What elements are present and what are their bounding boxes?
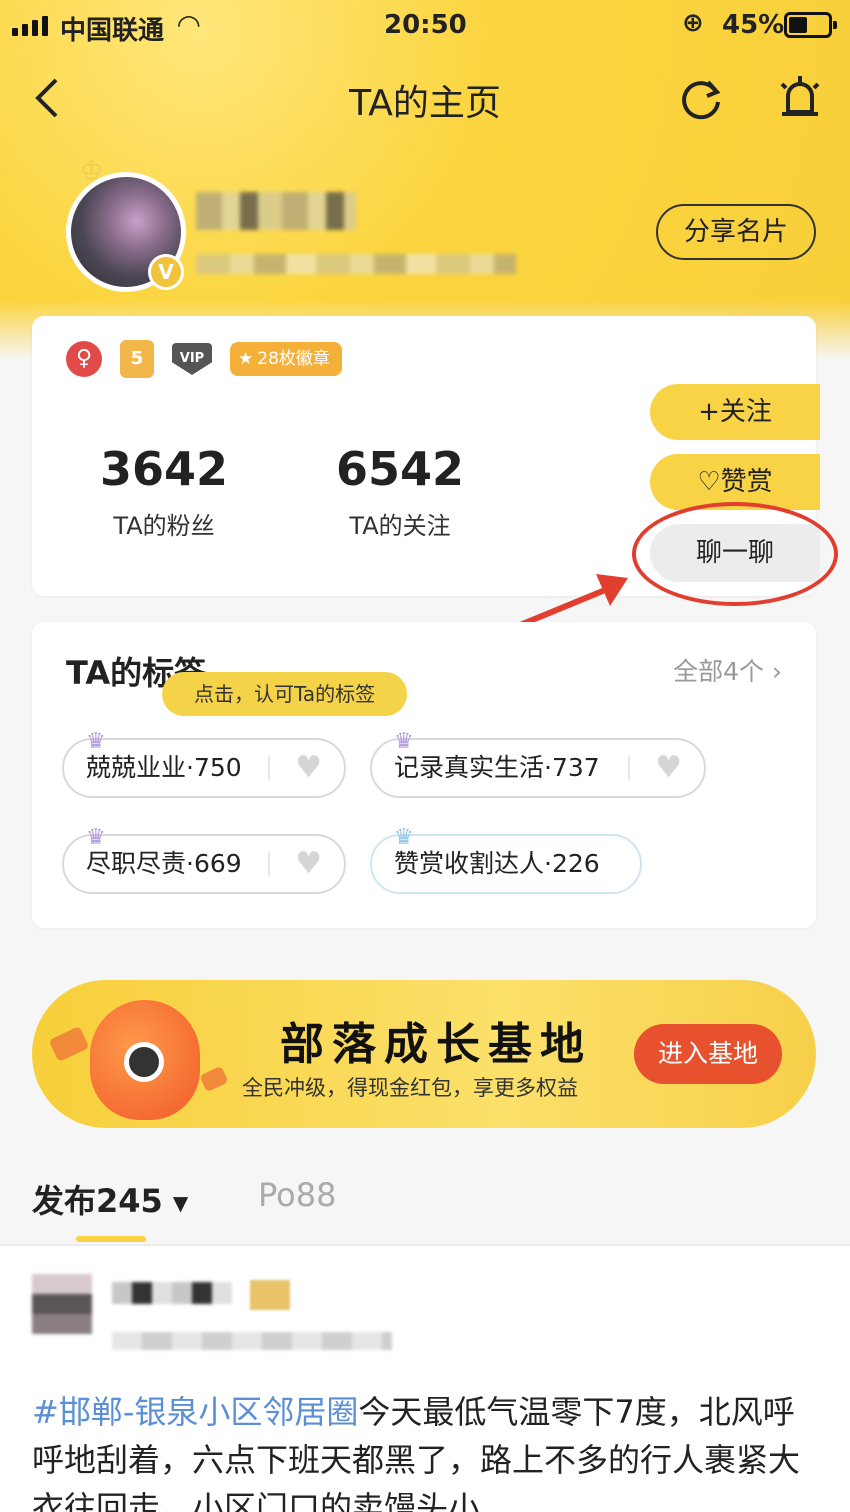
- status-bar: 中国联通 ◠ 20:50 ⊕ 45%: [0, 0, 850, 52]
- level-badge[interactable]: 5: [120, 340, 154, 378]
- verified-badge-icon: V: [148, 254, 184, 290]
- battery-percent: 45%: [722, 10, 785, 40]
- post-medal-icon: [250, 1280, 290, 1310]
- post-avatar-blurred: [32, 1274, 92, 1334]
- tag-label: 尽职尽责·669: [86, 849, 242, 878]
- clock: 20:50: [384, 10, 467, 40]
- star-icon: ★: [238, 349, 254, 369]
- rotation-lock-icon: ⊕: [682, 8, 704, 38]
- refresh-button[interactable]: [676, 74, 726, 124]
- tag-label: 赞赏收割达人·226: [394, 849, 600, 878]
- tag-item[interactable]: ♛ 兢兢业业·750 ♥: [62, 729, 346, 798]
- heart-icon[interactable]: ♥: [295, 740, 322, 796]
- wifi-icon: ◠: [178, 8, 200, 41]
- user-info-blurred: [196, 254, 516, 274]
- battery-icon: [784, 12, 837, 38]
- divider: [628, 756, 630, 780]
- post-meta-blurred: [112, 1332, 392, 1350]
- crown-icon: ♛: [86, 825, 106, 850]
- post-hashtag-link[interactable]: #邯郸-银泉小区邻居圈: [32, 1393, 358, 1431]
- female-icon: ♀: [66, 341, 102, 377]
- crown-icon: ♛: [394, 729, 414, 754]
- diamond-icon: ♡: [697, 467, 721, 497]
- badge-row: ♀ 5 VIP ★ 28枚徽章: [66, 340, 342, 378]
- tab-posts-label: 发布245: [32, 1182, 163, 1220]
- username-blurred: [196, 192, 356, 230]
- tag-label: 记录真实生活·737: [394, 753, 600, 782]
- reward-button[interactable]: ♡赞赏: [650, 454, 820, 510]
- tags-tooltip: 点击，认可Ta的标签: [162, 672, 408, 716]
- post-item[interactable]: #邯郸-银泉小区邻居圈今天最低气温零下7度，北风呼呼地刮着，六点下班天都黑了，路…: [0, 1246, 850, 1512]
- followers-stat[interactable]: 3642 TA的粉丝: [44, 442, 284, 541]
- tab-po[interactable]: Po88: [258, 1176, 336, 1214]
- vip-badge[interactable]: VIP: [172, 343, 212, 375]
- following-stat[interactable]: 6542 TA的关注: [280, 442, 520, 541]
- followers-count: 3642: [99, 442, 229, 496]
- share-card-button[interactable]: 分享名片: [656, 204, 816, 260]
- medal-count: 28枚徽章: [257, 349, 330, 369]
- coin-icon: [48, 1025, 90, 1063]
- enter-base-button[interactable]: 进入基地: [634, 1024, 782, 1084]
- tag-label: 兢兢业业·750: [86, 753, 242, 782]
- growth-base-banner[interactable]: 部落成长基地 全民冲级，得现金红包，享更多权益 进入基地: [32, 980, 816, 1128]
- divider: [268, 852, 270, 876]
- notification-button[interactable]: [774, 70, 826, 126]
- crown-icon: ♛: [86, 729, 106, 754]
- tab-posts[interactable]: 发布245 ▼: [32, 1176, 188, 1222]
- carrier-label: 中国联通: [60, 16, 165, 46]
- tags-card: TA的标签 全部4个 › 点击，认可Ta的标签 ♛ 兢兢业业·750 ♥ ♛ 记…: [32, 622, 816, 928]
- heart-icon[interactable]: ♥: [655, 740, 682, 796]
- divider: [268, 756, 270, 780]
- refresh-icon: [682, 80, 721, 120]
- magnifier-icon: [124, 1042, 164, 1082]
- heart-icon[interactable]: ♥: [295, 836, 322, 892]
- tag-item[interactable]: ♛ 尽职尽责·669 ♥: [62, 825, 346, 894]
- medal-badge[interactable]: ★ 28枚徽章: [230, 342, 342, 376]
- following-count: 6542: [335, 442, 465, 496]
- chat-button[interactable]: 聊一聊: [650, 524, 820, 582]
- banner-subtitle: 全民冲级，得现金红包，享更多权益: [242, 1076, 578, 1100]
- post-author-blurred: [112, 1282, 232, 1304]
- tags-view-all[interactable]: 全部4个 ›: [673, 652, 782, 688]
- reward-label: 赞赏: [720, 467, 773, 497]
- caret-down-icon: ▼: [172, 1191, 189, 1215]
- tag-item[interactable]: ♛ 赞赏收割达人·226: [370, 825, 642, 894]
- bell-icon: [780, 76, 820, 116]
- post-text: #邯郸-银泉小区邻居圈今天最低气温零下7度，北风呼呼地刮着，六点下班天都黑了，路…: [32, 1388, 822, 1512]
- tag-item[interactable]: ♛ 记录真实生活·737 ♥: [370, 729, 706, 798]
- coin-icon: [199, 1065, 229, 1093]
- crown-icon: ♛: [394, 825, 414, 850]
- follow-button[interactable]: +关注: [650, 384, 820, 440]
- banner-title: 部落成长基地: [280, 1019, 592, 1070]
- signal-icon: [12, 14, 48, 36]
- followers-label: TA的粉丝: [113, 512, 215, 540]
- following-label: TA的关注: [349, 512, 451, 540]
- tab-indicator: [76, 1236, 146, 1242]
